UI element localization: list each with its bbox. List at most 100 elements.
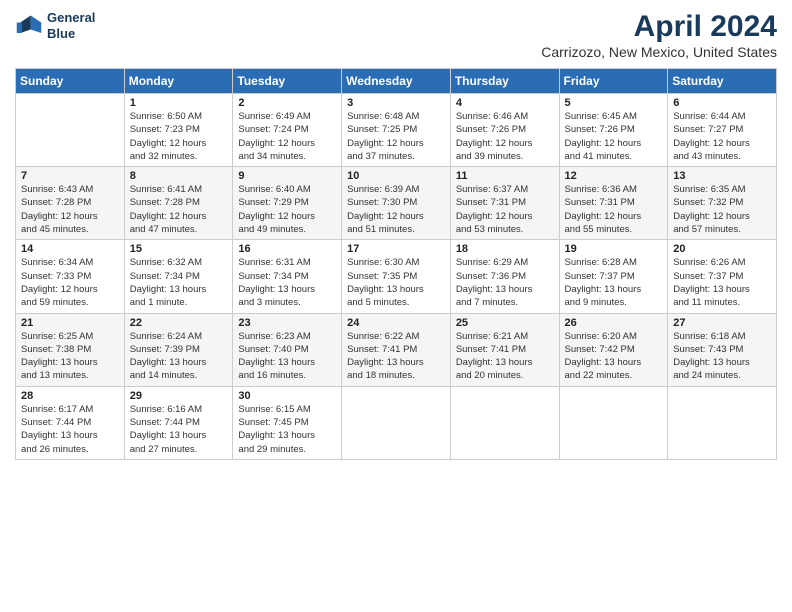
day-cell: 7Sunrise: 6:43 AM Sunset: 7:28 PM Daylig… — [16, 167, 125, 240]
day-number: 14 — [21, 243, 119, 255]
day-number: 9 — [238, 170, 336, 182]
day-info: Sunrise: 6:34 AM Sunset: 7:33 PM Dayligh… — [21, 256, 119, 309]
day-number: 6 — [673, 97, 771, 109]
day-cell: 8Sunrise: 6:41 AM Sunset: 7:28 PM Daylig… — [124, 167, 233, 240]
day-cell — [16, 94, 125, 167]
logo-icon — [15, 12, 43, 40]
day-info: Sunrise: 6:17 AM Sunset: 7:44 PM Dayligh… — [21, 403, 119, 456]
day-cell: 6Sunrise: 6:44 AM Sunset: 7:27 PM Daylig… — [668, 94, 777, 167]
day-cell: 11Sunrise: 6:37 AM Sunset: 7:31 PM Dayli… — [450, 167, 559, 240]
day-number: 3 — [347, 97, 445, 109]
day-number: 27 — [673, 317, 771, 329]
weekday-thursday: Thursday — [450, 69, 559, 94]
main-title: April 2024 — [541, 10, 777, 44]
day-cell: 2Sunrise: 6:49 AM Sunset: 7:24 PM Daylig… — [233, 94, 342, 167]
day-cell: 18Sunrise: 6:29 AM Sunset: 7:36 PM Dayli… — [450, 240, 559, 313]
day-info: Sunrise: 6:36 AM Sunset: 7:31 PM Dayligh… — [565, 183, 663, 236]
day-cell — [342, 386, 451, 459]
day-info: Sunrise: 6:49 AM Sunset: 7:24 PM Dayligh… — [238, 110, 336, 163]
subtitle: Carrizozo, New Mexico, United States — [541, 44, 777, 60]
day-info: Sunrise: 6:43 AM Sunset: 7:28 PM Dayligh… — [21, 183, 119, 236]
day-number: 20 — [673, 243, 771, 255]
weekday-monday: Monday — [124, 69, 233, 94]
day-number: 26 — [565, 317, 663, 329]
day-number: 4 — [456, 97, 554, 109]
day-info: Sunrise: 6:24 AM Sunset: 7:39 PM Dayligh… — [130, 330, 228, 383]
day-info: Sunrise: 6:48 AM Sunset: 7:25 PM Dayligh… — [347, 110, 445, 163]
day-info: Sunrise: 6:32 AM Sunset: 7:34 PM Dayligh… — [130, 256, 228, 309]
day-cell: 1Sunrise: 6:50 AM Sunset: 7:23 PM Daylig… — [124, 94, 233, 167]
day-cell: 22Sunrise: 6:24 AM Sunset: 7:39 PM Dayli… — [124, 313, 233, 386]
day-info: Sunrise: 6:18 AM Sunset: 7:43 PM Dayligh… — [673, 330, 771, 383]
day-info: Sunrise: 6:15 AM Sunset: 7:45 PM Dayligh… — [238, 403, 336, 456]
calendar-body: 1Sunrise: 6:50 AM Sunset: 7:23 PM Daylig… — [16, 94, 777, 460]
day-info: Sunrise: 6:21 AM Sunset: 7:41 PM Dayligh… — [456, 330, 554, 383]
week-row-5: 28Sunrise: 6:17 AM Sunset: 7:44 PM Dayli… — [16, 386, 777, 459]
day-cell: 9Sunrise: 6:40 AM Sunset: 7:29 PM Daylig… — [233, 167, 342, 240]
day-number: 28 — [21, 390, 119, 402]
day-cell: 10Sunrise: 6:39 AM Sunset: 7:30 PM Dayli… — [342, 167, 451, 240]
title-block: April 2024 Carrizozo, New Mexico, United… — [541, 10, 777, 60]
day-cell: 25Sunrise: 6:21 AM Sunset: 7:41 PM Dayli… — [450, 313, 559, 386]
day-info: Sunrise: 6:37 AM Sunset: 7:31 PM Dayligh… — [456, 183, 554, 236]
day-cell: 14Sunrise: 6:34 AM Sunset: 7:33 PM Dayli… — [16, 240, 125, 313]
day-number: 1 — [130, 97, 228, 109]
day-number: 21 — [21, 317, 119, 329]
day-number: 18 — [456, 243, 554, 255]
day-number: 10 — [347, 170, 445, 182]
day-info: Sunrise: 6:39 AM Sunset: 7:30 PM Dayligh… — [347, 183, 445, 236]
day-number: 30 — [238, 390, 336, 402]
weekday-tuesday: Tuesday — [233, 69, 342, 94]
day-cell: 21Sunrise: 6:25 AM Sunset: 7:38 PM Dayli… — [16, 313, 125, 386]
day-cell: 27Sunrise: 6:18 AM Sunset: 7:43 PM Dayli… — [668, 313, 777, 386]
day-info: Sunrise: 6:46 AM Sunset: 7:26 PM Dayligh… — [456, 110, 554, 163]
weekday-friday: Friday — [559, 69, 668, 94]
day-cell: 23Sunrise: 6:23 AM Sunset: 7:40 PM Dayli… — [233, 313, 342, 386]
day-number: 17 — [347, 243, 445, 255]
day-number: 23 — [238, 317, 336, 329]
weekday-header-row: SundayMondayTuesdayWednesdayThursdayFrid… — [16, 69, 777, 94]
week-row-2: 7Sunrise: 6:43 AM Sunset: 7:28 PM Daylig… — [16, 167, 777, 240]
day-cell: 30Sunrise: 6:15 AM Sunset: 7:45 PM Dayli… — [233, 386, 342, 459]
day-info: Sunrise: 6:31 AM Sunset: 7:34 PM Dayligh… — [238, 256, 336, 309]
logo-text: General Blue — [47, 10, 95, 41]
day-info: Sunrise: 6:35 AM Sunset: 7:32 PM Dayligh… — [673, 183, 771, 236]
day-cell: 3Sunrise: 6:48 AM Sunset: 7:25 PM Daylig… — [342, 94, 451, 167]
day-info: Sunrise: 6:20 AM Sunset: 7:42 PM Dayligh… — [565, 330, 663, 383]
day-number: 19 — [565, 243, 663, 255]
week-row-1: 1Sunrise: 6:50 AM Sunset: 7:23 PM Daylig… — [16, 94, 777, 167]
day-cell: 13Sunrise: 6:35 AM Sunset: 7:32 PM Dayli… — [668, 167, 777, 240]
day-cell: 12Sunrise: 6:36 AM Sunset: 7:31 PM Dayli… — [559, 167, 668, 240]
day-number: 24 — [347, 317, 445, 329]
day-cell: 17Sunrise: 6:30 AM Sunset: 7:35 PM Dayli… — [342, 240, 451, 313]
day-info: Sunrise: 6:28 AM Sunset: 7:37 PM Dayligh… — [565, 256, 663, 309]
day-info: Sunrise: 6:41 AM Sunset: 7:28 PM Dayligh… — [130, 183, 228, 236]
day-number: 16 — [238, 243, 336, 255]
day-info: Sunrise: 6:45 AM Sunset: 7:26 PM Dayligh… — [565, 110, 663, 163]
day-cell: 4Sunrise: 6:46 AM Sunset: 7:26 PM Daylig… — [450, 94, 559, 167]
day-number: 25 — [456, 317, 554, 329]
day-cell: 29Sunrise: 6:16 AM Sunset: 7:44 PM Dayli… — [124, 386, 233, 459]
logo: General Blue — [15, 10, 95, 41]
calendar: SundayMondayTuesdayWednesdayThursdayFrid… — [15, 68, 777, 460]
day-cell: 5Sunrise: 6:45 AM Sunset: 7:26 PM Daylig… — [559, 94, 668, 167]
day-info: Sunrise: 6:50 AM Sunset: 7:23 PM Dayligh… — [130, 110, 228, 163]
day-cell: 26Sunrise: 6:20 AM Sunset: 7:42 PM Dayli… — [559, 313, 668, 386]
day-cell: 24Sunrise: 6:22 AM Sunset: 7:41 PM Dayli… — [342, 313, 451, 386]
day-info: Sunrise: 6:23 AM Sunset: 7:40 PM Dayligh… — [238, 330, 336, 383]
weekday-sunday: Sunday — [16, 69, 125, 94]
day-info: Sunrise: 6:44 AM Sunset: 7:27 PM Dayligh… — [673, 110, 771, 163]
weekday-wednesday: Wednesday — [342, 69, 451, 94]
day-cell: 15Sunrise: 6:32 AM Sunset: 7:34 PM Dayli… — [124, 240, 233, 313]
day-number: 22 — [130, 317, 228, 329]
day-cell: 19Sunrise: 6:28 AM Sunset: 7:37 PM Dayli… — [559, 240, 668, 313]
day-cell — [668, 386, 777, 459]
day-info: Sunrise: 6:26 AM Sunset: 7:37 PM Dayligh… — [673, 256, 771, 309]
day-number: 15 — [130, 243, 228, 255]
day-cell: 20Sunrise: 6:26 AM Sunset: 7:37 PM Dayli… — [668, 240, 777, 313]
week-row-3: 14Sunrise: 6:34 AM Sunset: 7:33 PM Dayli… — [16, 240, 777, 313]
day-info: Sunrise: 6:40 AM Sunset: 7:29 PM Dayligh… — [238, 183, 336, 236]
day-number: 7 — [21, 170, 119, 182]
day-cell: 16Sunrise: 6:31 AM Sunset: 7:34 PM Dayli… — [233, 240, 342, 313]
day-info: Sunrise: 6:22 AM Sunset: 7:41 PM Dayligh… — [347, 330, 445, 383]
